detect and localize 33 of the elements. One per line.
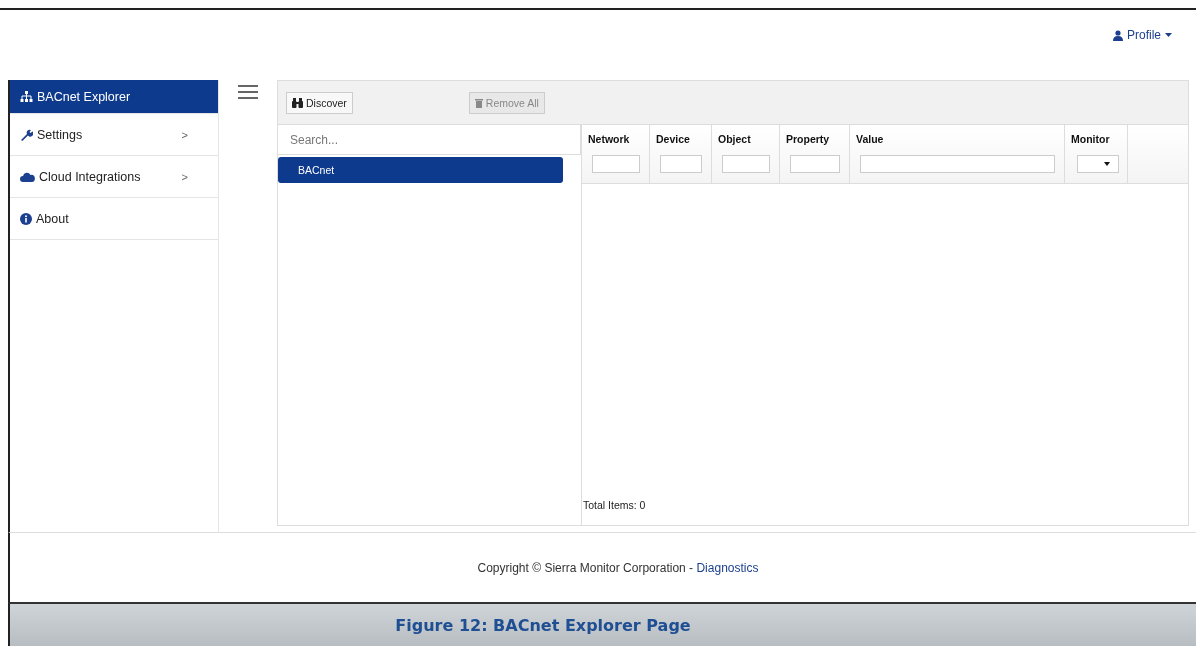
figure-caption: Figure 12: BACnet Explorer Page bbox=[8, 602, 1196, 646]
filter-input[interactable] bbox=[592, 155, 640, 173]
tree-item[interactable]: BACnet bbox=[278, 157, 563, 183]
profile-menu[interactable]: Profile bbox=[1111, 26, 1174, 44]
caret-icon bbox=[1165, 33, 1172, 37]
info-icon bbox=[20, 212, 32, 225]
discover-button[interactable]: Discover bbox=[286, 91, 353, 114]
search-field[interactable]: Search... bbox=[278, 125, 581, 155]
chevron-icon: > bbox=[181, 128, 188, 141]
filter-dropdown[interactable] bbox=[1077, 155, 1119, 173]
column-header: Property bbox=[786, 133, 830, 145]
filter-input[interactable] bbox=[722, 155, 770, 173]
menu-icon[interactable] bbox=[238, 85, 258, 99]
chevron-icon: > bbox=[181, 170, 188, 183]
cloud-icon bbox=[20, 171, 35, 182]
binoculars-icon bbox=[292, 97, 303, 108]
sitemap-icon bbox=[20, 91, 33, 102]
column-header: Object bbox=[718, 133, 751, 145]
total-items: Total Items: 0 bbox=[582, 499, 646, 513]
wrench-icon bbox=[20, 128, 33, 141]
filter-input[interactable] bbox=[790, 155, 840, 173]
filter-input[interactable] bbox=[660, 155, 702, 173]
column-header: Network bbox=[588, 133, 630, 145]
column-header: Value bbox=[856, 133, 884, 145]
sidebar-item[interactable]: BACnet Explorer bbox=[10, 80, 218, 114]
diagnostics-link[interactable]: Diagnostics bbox=[696, 560, 759, 575]
caret-icon bbox=[1104, 162, 1110, 166]
copyright-text: Copyright © Sierra Monitor Corporation - Diagnostics bbox=[477, 560, 759, 575]
user-icon bbox=[1113, 29, 1123, 41]
trash-icon bbox=[474, 97, 483, 108]
filter-input[interactable] bbox=[860, 155, 1055, 173]
column-header: Monitor bbox=[1071, 133, 1110, 145]
column-header: Device bbox=[656, 133, 690, 145]
